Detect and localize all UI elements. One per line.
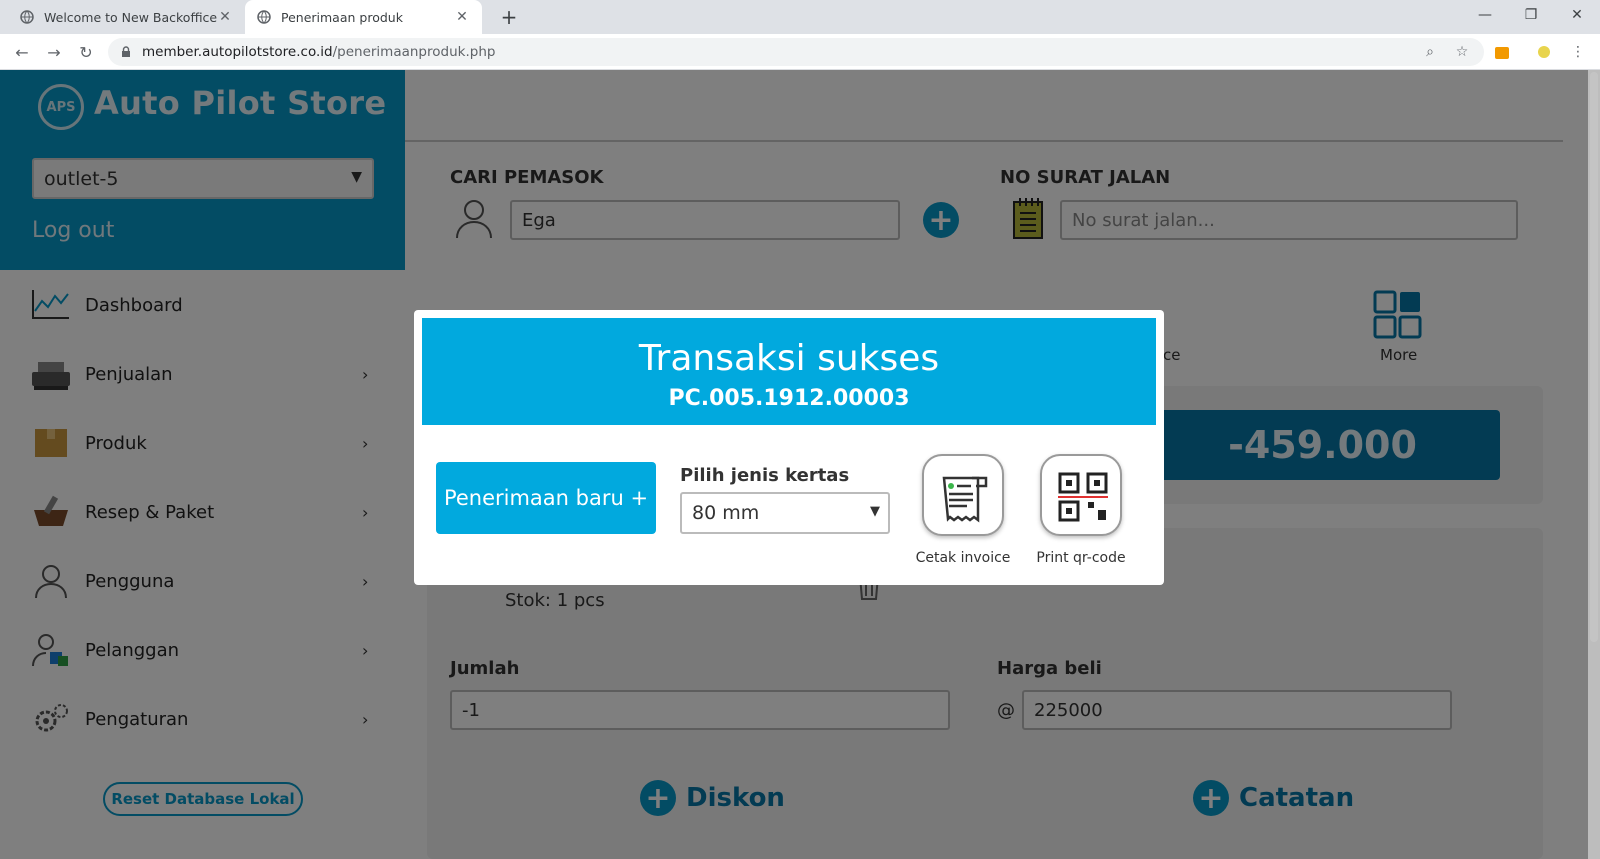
print-qr-button[interactable] xyxy=(1040,454,1122,536)
qr-code-icon xyxy=(1058,472,1108,522)
paper-type-select[interactable]: 80 mm ▼ xyxy=(680,492,890,534)
new-receipt-button[interactable]: Penerimaan baru + xyxy=(436,462,656,534)
globe-icon xyxy=(257,10,271,24)
reload-button[interactable]: ↻ xyxy=(74,40,98,64)
close-icon[interactable]: ✕ xyxy=(217,9,233,25)
kebab-menu-icon[interactable]: ⋮ xyxy=(1568,42,1588,62)
tab-title: Welcome to New Backoffice xyxy=(44,9,217,25)
back-button[interactable]: ← xyxy=(10,40,34,64)
browser-tab-bar: Welcome to New Backoffice ✕ Penerimaan p… xyxy=(0,0,1600,34)
print-qr-label: Print qr-code xyxy=(1036,550,1126,566)
print-invoice-label: Cetak invoice xyxy=(915,550,1011,566)
paper-type-label: Pilih jenis kertas xyxy=(680,465,850,486)
new-tab-button[interactable]: + xyxy=(497,6,521,28)
dropdown-arrow-icon: ▼ xyxy=(870,504,880,519)
star-icon[interactable]: ☆ xyxy=(1452,42,1472,62)
minimize-button[interactable]: — xyxy=(1462,0,1508,30)
scrollbar-thumb[interactable] xyxy=(1590,72,1598,642)
browser-tab-active[interactable]: Penerimaan produk ✕ xyxy=(245,0,482,34)
lock-icon xyxy=(122,46,130,57)
transaction-id: PC.005.1912.00003 xyxy=(668,386,910,411)
url-field[interactable]: member.autopilotstore.co.id/penerimaanpr… xyxy=(108,38,1484,66)
modal-title: Transaksi sukses xyxy=(638,338,940,379)
restore-button[interactable]: ❐ xyxy=(1508,0,1554,30)
forward-button[interactable]: → xyxy=(42,40,66,64)
receipt-icon xyxy=(942,476,988,523)
modal-header: Transaksi sukses PC.005.1912.00003 xyxy=(422,318,1156,425)
tab-title: Penerimaan produk xyxy=(281,9,403,25)
url-path: /penerimaanproduk.php xyxy=(332,44,496,60)
close-icon[interactable]: ✕ xyxy=(454,9,470,25)
url-host: member.autopilotstore.co.id xyxy=(142,44,333,60)
success-modal: Transaksi sukses PC.005.1912.00003 Pener… xyxy=(414,310,1164,585)
browser-tab[interactable]: Welcome to New Backoffice ✕ xyxy=(8,0,245,34)
print-invoice-button[interactable] xyxy=(922,454,1004,536)
extension-icon[interactable] xyxy=(1534,42,1554,62)
globe-icon xyxy=(20,10,34,24)
extension-icon[interactable] xyxy=(1492,42,1512,62)
window-close-button[interactable]: ✕ xyxy=(1554,0,1600,30)
zoom-icon[interactable]: ⌕ xyxy=(1420,42,1440,62)
address-bar: ← → ↻ member.autopilotstore.co.id/peneri… xyxy=(0,34,1600,70)
paper-type-value: 80 mm xyxy=(692,502,760,524)
